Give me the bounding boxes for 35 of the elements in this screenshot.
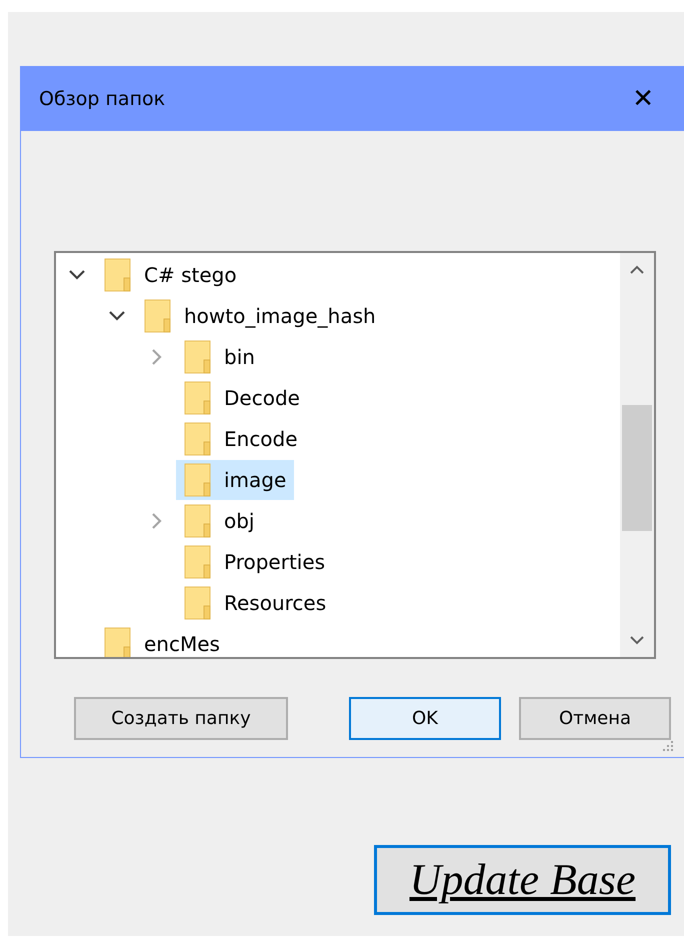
collapse-chevron-icon[interactable] [68, 268, 86, 280]
folder-icon [184, 462, 212, 496]
resize-grip-icon[interactable] [661, 739, 675, 753]
folder-item[interactable]: image [176, 460, 294, 500]
dialog-button[interactable]: OK [349, 697, 501, 740]
scrollbar[interactable] [620, 253, 654, 657]
folder-icon [184, 544, 212, 578]
close-button[interactable]: ✕ [632, 86, 654, 112]
update-base-button[interactable]: Update Base [374, 845, 671, 915]
folder-icon [184, 504, 212, 538]
scroll-thumb[interactable] [622, 405, 652, 531]
folder-item[interactable]: bin [176, 336, 263, 376]
folder-icon [184, 422, 212, 456]
folder-icon [184, 340, 212, 374]
dialog-title: Обзор папок [39, 86, 166, 112]
folder-icon [104, 626, 132, 657]
dialog-button[interactable]: Отмена [519, 697, 671, 740]
folder-icon [104, 258, 132, 292]
folder-item[interactable]: encMes [96, 624, 228, 657]
dialog-button[interactable]: Создать папку [74, 697, 288, 740]
folder-item[interactable]: howto_image_hash [136, 296, 384, 336]
expand-chevron-icon[interactable] [151, 348, 163, 366]
folder-item[interactable]: Resources [176, 582, 334, 622]
folder-icon [144, 298, 172, 332]
folder-item[interactable]: Properties [176, 542, 334, 582]
collapse-chevron-icon[interactable] [108, 310, 126, 322]
folder-item[interactable]: obj [176, 500, 262, 540]
scroll-up-icon[interactable] [629, 265, 645, 275]
folder-icon [184, 586, 212, 620]
folder-item[interactable]: Decode [176, 378, 308, 418]
folder-icon [184, 380, 212, 414]
expand-chevron-icon[interactable] [151, 512, 163, 530]
scroll-down-icon[interactable] [629, 635, 645, 645]
folder-item[interactable]: C# stego [96, 254, 245, 294]
folder-item[interactable]: Encode [176, 418, 306, 458]
